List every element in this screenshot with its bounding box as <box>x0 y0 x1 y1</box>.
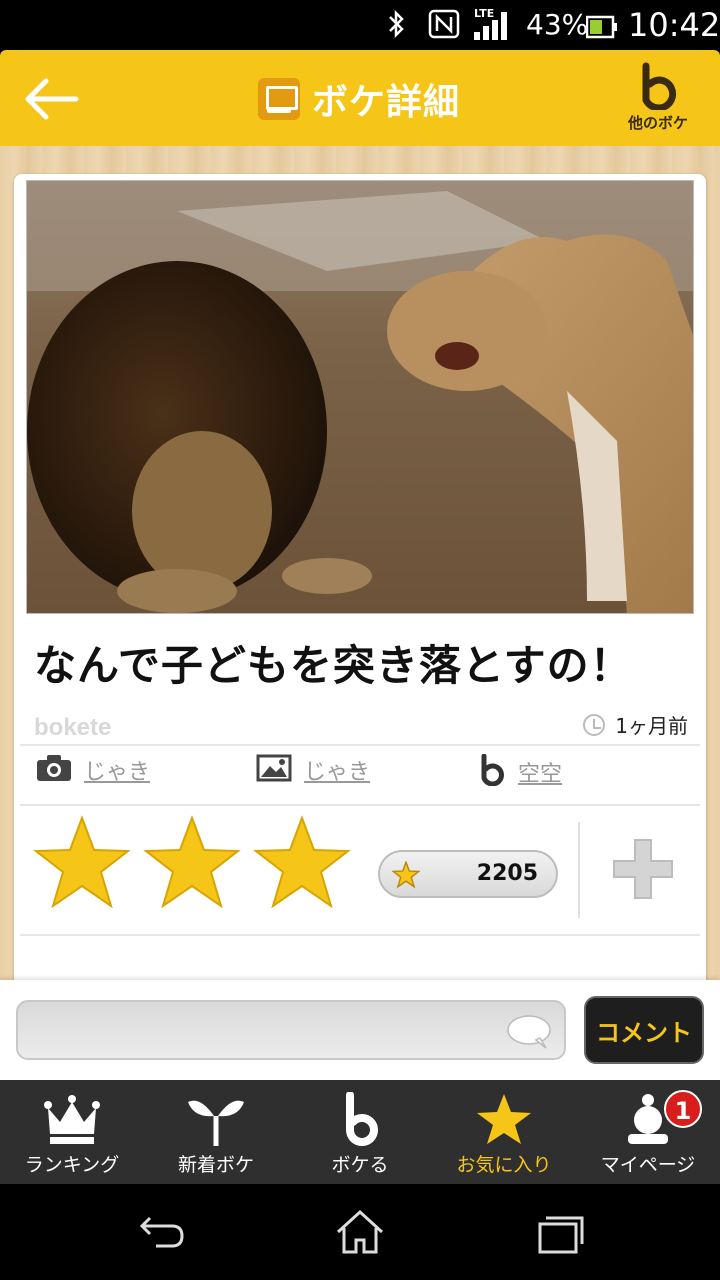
tab-favorites[interactable]: お気に入り <box>432 1080 576 1184</box>
boke-card: なんで子どもを突き落とすの！ bokete 1ヶ月前 じゃき じゃき 空空 22… <box>14 174 706 1054</box>
clock-time: 10:42 <box>628 6 720 44</box>
tab-label: マイページ <box>600 1154 696 1176</box>
other-boke-button[interactable]: 他のボケ <box>616 62 700 138</box>
image-author-name[interactable]: じゃき <box>304 754 370 786</box>
other-boke-label: 他のボケ <box>627 114 688 132</box>
back-icon[interactable] <box>130 1208 190 1256</box>
tab-boke-ru[interactable]: ボケる <box>288 1080 432 1184</box>
back-arrow-icon[interactable] <box>18 74 82 124</box>
notification-badge: 1 <box>664 1090 702 1128</box>
tab-ranking[interactable]: ランキング <box>0 1080 144 1184</box>
battery-percent: 43% <box>526 8 589 41</box>
divider <box>20 934 700 936</box>
divider <box>578 822 580 918</box>
bokete-b-icon <box>346 1092 378 1146</box>
image-icon <box>256 754 292 786</box>
system-nav-bar <box>0 1184 720 1280</box>
tab-label: ランキング <box>24 1154 120 1176</box>
comment-button[interactable]: コメント <box>584 996 704 1064</box>
star-icon[interactable] <box>142 814 242 914</box>
tab-label: お気に入り <box>456 1154 552 1176</box>
posted-ago: 1ヶ月前 <box>615 714 688 738</box>
posted-time: 1ヶ月前 <box>583 710 688 739</box>
detail-icon <box>258 78 300 120</box>
star-icon[interactable] <box>252 814 352 914</box>
signal-icon: LTE <box>472 6 516 50</box>
tab-my-page[interactable]: 1 マイページ <box>576 1080 720 1184</box>
star-icon[interactable] <box>32 814 132 914</box>
tab-label: 新着ボケ <box>177 1154 254 1176</box>
bokete-b-icon <box>638 62 678 112</box>
tab-new-boke[interactable]: 新着ボケ <box>144 1080 288 1184</box>
battery-icon <box>585 13 618 47</box>
photo-author-name[interactable]: じゃき <box>84 754 150 786</box>
page-title: ボケ詳細 <box>258 74 460 124</box>
comment-input[interactable] <box>16 1000 566 1060</box>
star-count-badge: 2205 <box>378 850 558 898</box>
add-button[interactable] <box>610 836 676 902</box>
star-icon <box>392 861 420 889</box>
divider <box>20 804 700 806</box>
star-rating[interactable] <box>32 814 362 914</box>
home-icon[interactable] <box>330 1208 390 1256</box>
tab-label: ボケる <box>331 1154 389 1176</box>
plus-icon <box>613 839 673 899</box>
nfc-icon <box>428 8 460 48</box>
crown-icon <box>44 1095 100 1144</box>
status-bar: LTE 43% 10:42 <box>0 0 720 50</box>
clock-icon <box>583 713 606 736</box>
svg-text:LTE: LTE <box>474 7 494 20</box>
image-author[interactable]: じゃき <box>256 754 370 786</box>
bokete-watermark: bokete <box>34 714 112 741</box>
app-header: ボケ詳細 他のボケ <box>0 50 720 146</box>
boke-author-name[interactable]: 空空 <box>518 756 562 788</box>
divider <box>20 744 700 746</box>
sprout-icon <box>188 1100 244 1146</box>
bottom-tab-bar: ランキング 新着ボケ ボケる お気に入り 1 マイページ <box>0 1080 720 1184</box>
star-count: 2205 <box>476 861 538 886</box>
photo-author[interactable]: じゃき <box>36 754 150 786</box>
bluetooth-icon <box>384 8 408 48</box>
camera-icon <box>36 754 72 786</box>
speech-bubble-icon <box>507 1015 551 1049</box>
boke-author[interactable]: 空空 <box>478 753 562 790</box>
boke-photo[interactable] <box>26 180 694 614</box>
recent-apps-icon[interactable] <box>530 1208 590 1256</box>
star-icon <box>477 1094 531 1144</box>
page-title-text: ボケ詳細 <box>312 82 461 123</box>
boke-caption: なんで子どもを突き落とすの！ <box>34 641 633 690</box>
comment-bar: コメント <box>0 980 720 1080</box>
bokete-b-icon <box>478 753 506 790</box>
